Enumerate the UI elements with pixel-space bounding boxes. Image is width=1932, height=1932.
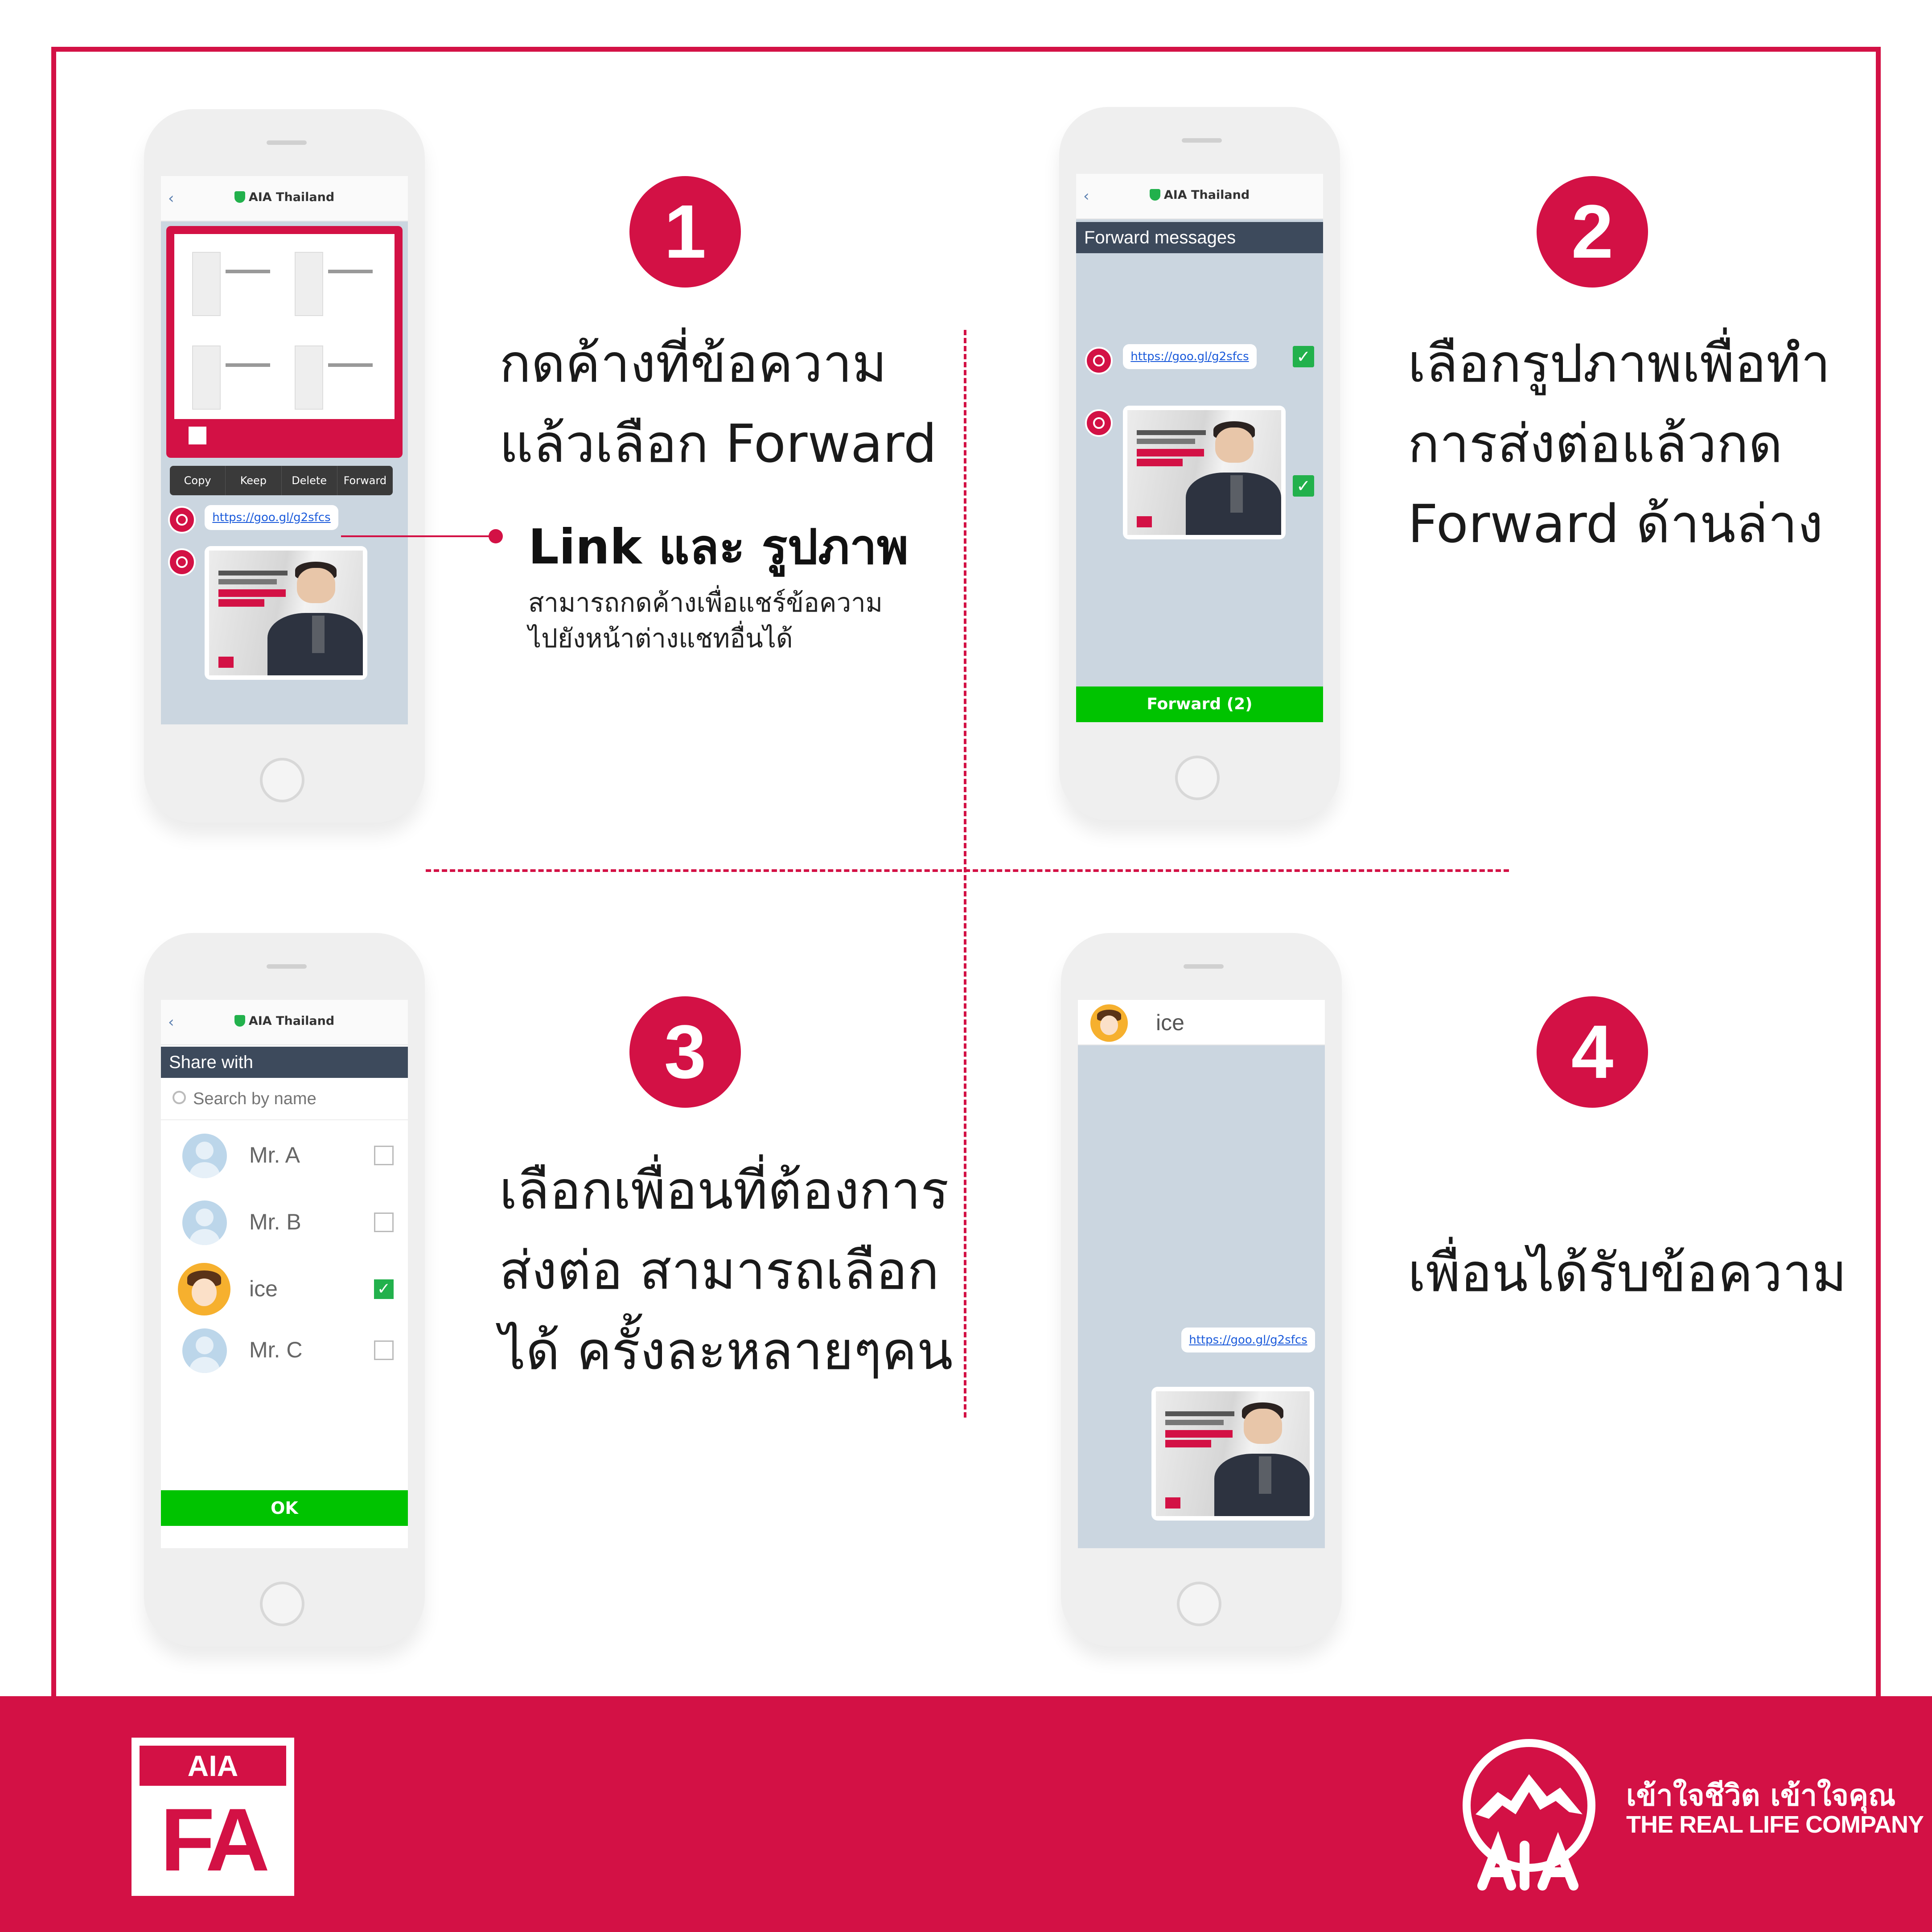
contact-name: Mr. A bbox=[249, 1143, 300, 1167]
phone-speaker bbox=[1184, 964, 1224, 969]
chat-title: AIA Thailand bbox=[1163, 188, 1250, 202]
image-message[interactable] bbox=[205, 546, 367, 680]
aia-avatar bbox=[168, 506, 196, 534]
chat-title: AIA Thailand bbox=[248, 190, 335, 204]
step-1-text: กดค้างที่ข้อความ แล้วเลือก Forward bbox=[499, 333, 937, 474]
contact-row[interactable]: Mr. A bbox=[161, 1122, 408, 1189]
home-button bbox=[260, 1582, 304, 1626]
shield-icon bbox=[1149, 189, 1160, 201]
avatar bbox=[182, 1134, 227, 1178]
fa-logo-top: AIA bbox=[140, 1746, 286, 1786]
step-3-badge: 3 bbox=[629, 996, 741, 1108]
phone-speaker bbox=[1182, 138, 1222, 143]
phone-screen: ice https://goo.gl/g2sfcs bbox=[1078, 1000, 1325, 1548]
callout-dot bbox=[489, 529, 503, 543]
phone-step-1: ‹ AIA Thailand Copy Keep Delete Forward … bbox=[144, 109, 425, 822]
callout-title: Link และ รูปภาพ bbox=[528, 519, 909, 575]
callout-line bbox=[341, 535, 495, 537]
contact-name: ice bbox=[1156, 1010, 1184, 1035]
contact-checkbox[interactable] bbox=[374, 1146, 394, 1165]
menu-forward[interactable]: Forward bbox=[337, 466, 393, 495]
contact-checkbox[interactable] bbox=[374, 1213, 394, 1232]
step-4-badge: 4 bbox=[1537, 996, 1648, 1108]
contact-row[interactable]: ice ✓ bbox=[161, 1256, 408, 1323]
step-4-text: เพื่อนได้รับข้อความ bbox=[1408, 1242, 1847, 1303]
link-bubble[interactable]: https://goo.gl/g2sfcs bbox=[205, 505, 338, 530]
contact-name: Mr. B bbox=[249, 1209, 301, 1234]
chat-title: AIA Thailand bbox=[248, 1014, 335, 1028]
step-1-badge: 1 bbox=[629, 176, 741, 288]
image-message[interactable] bbox=[1123, 406, 1286, 539]
phone-speaker bbox=[267, 964, 307, 969]
forward-header: Forward messages bbox=[1076, 222, 1323, 253]
contact-checkbox[interactable] bbox=[374, 1340, 394, 1360]
image-message[interactable] bbox=[1151, 1387, 1314, 1521]
phone-step-2: ‹ AIA Thailand Forward messages https://… bbox=[1059, 107, 1340, 820]
horizontal-divider bbox=[426, 869, 1509, 872]
phone-step-4: ice https://goo.gl/g2sfcs bbox=[1061, 933, 1342, 1646]
ok-button[interactable]: OK bbox=[161, 1490, 408, 1526]
search-icon bbox=[173, 1091, 186, 1104]
phone-screen: ‹ AIA Thailand Share with Mr. A Mr. B ic… bbox=[161, 1000, 408, 1548]
step-2-text: เลือกรูปภาพเพื่อทำ การส่งต่อแล้วกด Forwa… bbox=[1408, 333, 1831, 555]
phone-screen: ‹ AIA Thailand Copy Keep Delete Forward … bbox=[161, 176, 408, 724]
aia-fa-logo: AIA FA bbox=[132, 1738, 294, 1896]
shared-infographic-thumbnail[interactable] bbox=[166, 226, 403, 458]
search-bar bbox=[161, 1079, 408, 1120]
search-input[interactable] bbox=[192, 1087, 381, 1110]
step-2-badge: 2 bbox=[1537, 176, 1648, 288]
tagline-english: THE REAL LIFE COMPANY bbox=[1626, 1811, 1924, 1838]
forward-button[interactable]: Forward (2) bbox=[1076, 686, 1323, 722]
avatar bbox=[182, 1328, 227, 1373]
contact-name: Mr. C bbox=[249, 1337, 303, 1362]
chat-header: ice bbox=[1078, 1000, 1325, 1045]
contact-row[interactable]: Mr. B bbox=[161, 1189, 408, 1256]
context-menu: Copy Keep Delete Forward bbox=[170, 466, 393, 495]
step-3-text: เลือกเพื่อนที่ต้องการ ส่งต่อ สามารถเลือก… bbox=[499, 1159, 953, 1381]
avatar bbox=[1090, 1004, 1128, 1042]
phone-step-3: ‹ AIA Thailand Share with Mr. A Mr. B ic… bbox=[144, 933, 425, 1646]
share-with-header: Share with bbox=[161, 1047, 408, 1078]
vertical-divider bbox=[964, 330, 966, 1418]
aia-avatar bbox=[1085, 409, 1113, 437]
menu-delete[interactable]: Delete bbox=[282, 466, 337, 495]
home-button bbox=[260, 758, 304, 802]
checkbox-image-checked-icon[interactable]: ✓ bbox=[1293, 475, 1314, 497]
fa-logo-text: FA bbox=[160, 1790, 270, 1890]
shield-icon bbox=[234, 191, 245, 203]
aia-avatar bbox=[168, 548, 196, 576]
shield-icon bbox=[234, 1015, 245, 1027]
chat-header: ‹ AIA Thailand bbox=[161, 176, 408, 222]
contact-checkbox-checked-icon[interactable]: ✓ bbox=[374, 1279, 394, 1299]
avatar bbox=[178, 1263, 230, 1315]
home-button bbox=[1175, 756, 1220, 800]
callout-desc-2: ไปยังหน้าต่างแชทอื่นได้ bbox=[528, 623, 793, 654]
phone-screen: ‹ AIA Thailand Forward messages https://… bbox=[1076, 174, 1323, 722]
avatar bbox=[182, 1200, 227, 1245]
chat-header: ‹ AIA Thailand bbox=[1076, 174, 1323, 219]
link-bubble[interactable]: https://goo.gl/g2sfcs bbox=[1181, 1328, 1315, 1352]
menu-keep[interactable]: Keep bbox=[226, 466, 282, 495]
contact-row[interactable]: Mr. C bbox=[161, 1317, 408, 1384]
phone-speaker bbox=[267, 140, 307, 145]
aia-avatar bbox=[1085, 347, 1113, 374]
contact-name: ice bbox=[249, 1276, 278, 1301]
checkbox-link-checked-icon[interactable]: ✓ bbox=[1293, 346, 1314, 367]
menu-copy[interactable]: Copy bbox=[170, 466, 226, 495]
aia-logo bbox=[1463, 1739, 1595, 1891]
chat-header: ‹ AIA Thailand bbox=[161, 1000, 408, 1045]
link-bubble[interactable]: https://goo.gl/g2sfcs bbox=[1123, 344, 1257, 369]
home-button bbox=[1177, 1582, 1221, 1626]
